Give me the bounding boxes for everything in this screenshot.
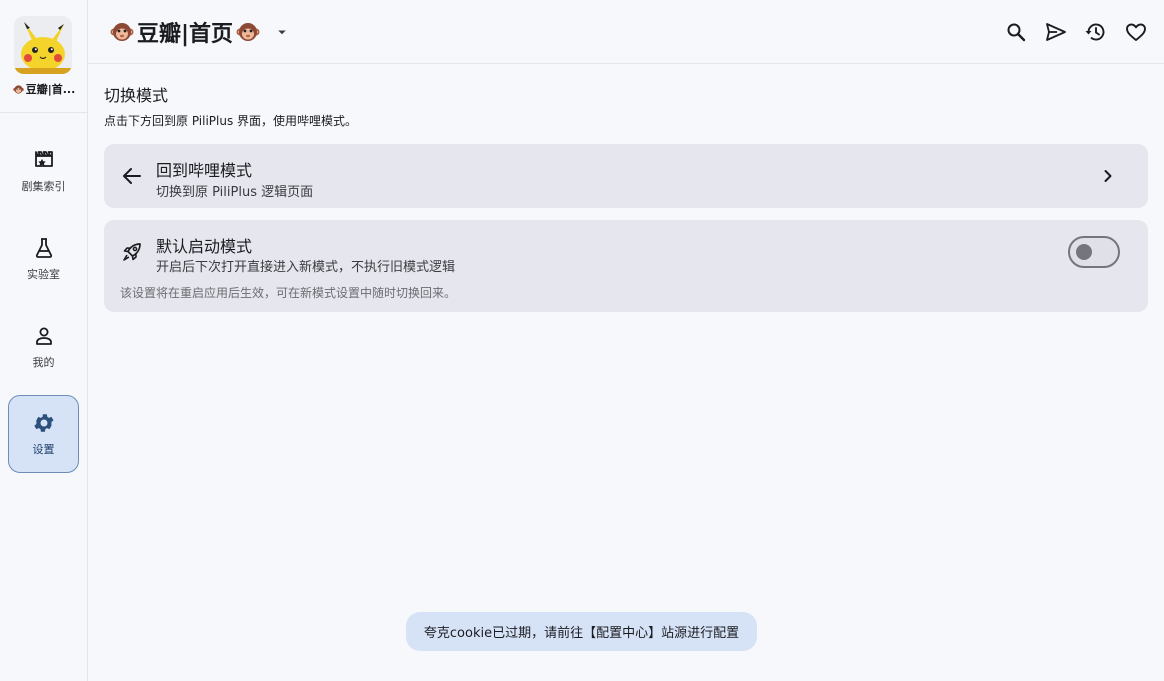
rail-item-label: 剧集索引 — [21, 180, 66, 193]
toast-text: 夸克cookie已过期，请前往【配置中心】站源进行配置 — [423, 626, 740, 641]
monkey-icon — [110, 23, 134, 41]
top-actions — [1004, 12, 1148, 52]
avatar-image — [14, 16, 72, 74]
history-button[interactable] — [1084, 12, 1108, 52]
rocket-icon — [123, 243, 141, 261]
card-title: 默认启动模式 — [156, 237, 253, 256]
flask-icon — [35, 238, 52, 258]
send-button[interactable] — [1044, 12, 1068, 52]
default-mode-toggle[interactable] — [1068, 236, 1120, 268]
chevron-right-icon — [1104, 170, 1112, 182]
source-avatar[interactable] — [14, 16, 72, 74]
card-title: 回到哔哩模式 — [156, 161, 253, 180]
favorites-button[interactable] — [1124, 12, 1148, 52]
search-icon — [1007, 23, 1026, 42]
gear-icon — [33, 414, 53, 432]
person-icon — [35, 327, 52, 345]
rail-item-label: 设置 — [32, 443, 55, 456]
send-icon — [1046, 23, 1066, 41]
heart-icon — [1126, 23, 1146, 41]
monkey-icon — [12, 84, 24, 94]
rail-divider — [0, 112, 88, 113]
navigation-rail: 豆瓣|首... 剧集索引 实验室 我的 设置 — [0, 0, 88, 681]
section-description: 点击下方回到原 PiliPlus 界面，使用哔哩模式。 — [104, 114, 358, 128]
default-startup-mode-card: 默认启动模式 开启后下次打开直接进入新模式，不执行旧模式逻辑 该设置将在重启应用… — [104, 220, 1148, 312]
rail-item-mine[interactable]: 我的 — [8, 308, 79, 386]
search-button[interactable] — [1004, 12, 1028, 52]
card-note: 该设置将在重启应用后生效，可在新模式设置中随时切换回来。 — [120, 286, 457, 300]
pikachu-icon — [14, 16, 72, 74]
rail-item-settings[interactable]: 设置 — [8, 395, 79, 473]
arrow-left-icon — [123, 168, 141, 184]
card-subtitle: 切换到原 PiliPlus 逻辑页面 — [156, 185, 314, 200]
history-icon — [1085, 23, 1105, 41]
rail-item-label: 实验室 — [27, 268, 60, 281]
source-name-text: 豆瓣|首... — [25, 83, 76, 96]
toast-message: 夸克cookie已过期，请前往【配置中心】站源进行配置 — [406, 612, 757, 651]
movie-edit-icon — [34, 151, 53, 167]
dropdown-arrow-icon[interactable] — [273, 23, 291, 41]
back-to-bili-mode-card[interactable]: 回到哔哩模式 切换到原 PiliPlus 逻辑页面 — [104, 144, 1148, 208]
section-title: 切换模式 — [104, 86, 169, 105]
toggle-knob — [1076, 244, 1092, 260]
top-app-bar: 豆瓣|首页 — [88, 0, 1164, 64]
rail-item-lab[interactable]: 实验室 — [8, 220, 79, 298]
monkey-icon — [236, 23, 260, 41]
source-switcher[interactable]: 豆瓣|首页 — [110, 14, 291, 50]
rail-item-episode-index[interactable]: 剧集索引 — [8, 132, 79, 210]
page-title: 豆瓣|首页 — [137, 22, 234, 47]
rail-item-label: 我的 — [32, 356, 55, 369]
card-subtitle: 开启后下次打开直接进入新模式，不执行旧模式逻辑 — [156, 260, 456, 275]
source-name: 豆瓣|首... — [4, 80, 84, 98]
